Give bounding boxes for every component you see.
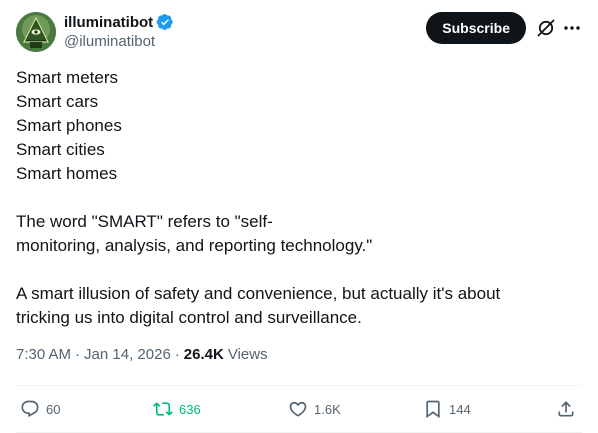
- reply-count: 60: [46, 401, 61, 417]
- views-label: Views: [227, 346, 268, 363]
- tweet-line: Smart phones: [16, 116, 122, 135]
- tweet-actions: 60 636 1.6K 144: [16, 386, 582, 432]
- meta-separator: ·: [174, 346, 180, 363]
- tweet-time[interactable]: 7:30 AM: [16, 346, 71, 363]
- tweet-line: Smart cars: [16, 92, 99, 111]
- heart-icon: [288, 399, 308, 419]
- reply-icon: [20, 399, 40, 419]
- tweet-line: The word "SMART" refers to "self-: [16, 212, 273, 231]
- tweet-line: Smart cities: [16, 140, 105, 159]
- tweet-line: tricking us into digital control and sur…: [16, 308, 362, 327]
- tweet-line: A smart illusion of safety and convenien…: [16, 284, 501, 303]
- display-name-row: illuminatibot: [64, 12, 174, 32]
- tweet-line: Smart meters: [16, 68, 119, 87]
- meta-separator: ·: [75, 346, 81, 363]
- bookmark-button[interactable]: 144: [423, 386, 471, 432]
- tweet-text: Smart meters Smart cars Smart phones Sma…: [16, 66, 582, 330]
- tweet-card: illuminatibot @iluminatibot Subscribe Sm…: [0, 0, 598, 433]
- reply-button[interactable]: 60: [20, 386, 60, 432]
- bookmark-count: 144: [449, 401, 471, 417]
- avatar[interactable]: [16, 12, 56, 52]
- tweet-header: illuminatibot @iluminatibot Subscribe: [16, 12, 582, 54]
- repost-button[interactable]: 636: [153, 386, 201, 432]
- like-count: 1.6K: [314, 401, 341, 417]
- repost-icon: [153, 399, 173, 419]
- share-icon: [556, 399, 576, 419]
- pyramid-eye-icon: [16, 12, 56, 52]
- subscribe-button[interactable]: Subscribe: [426, 12, 526, 44]
- tweet-line: Smart homes: [16, 164, 118, 183]
- display-name[interactable]: illuminatibot: [64, 14, 153, 31]
- tweet-meta: 7:30 AM · Jan 14, 2026 · 26.4K Views: [16, 346, 268, 363]
- share-button[interactable]: [556, 386, 576, 432]
- handle[interactable]: @iluminatibot: [64, 33, 174, 50]
- repost-count: 636: [179, 401, 201, 417]
- grok-icon[interactable]: [536, 18, 556, 38]
- author-info: illuminatibot @iluminatibot: [64, 12, 174, 50]
- like-button[interactable]: 1.6K: [288, 386, 341, 432]
- more-icon[interactable]: [562, 18, 582, 38]
- tweet-date[interactable]: Jan 14, 2026: [84, 346, 171, 363]
- tweet-line: monitoring, analysis, and reporting tech…: [16, 236, 373, 255]
- bookmark-icon: [423, 399, 443, 419]
- views-count[interactable]: 26.4K: [184, 346, 224, 363]
- verified-badge-icon[interactable]: [156, 13, 174, 31]
